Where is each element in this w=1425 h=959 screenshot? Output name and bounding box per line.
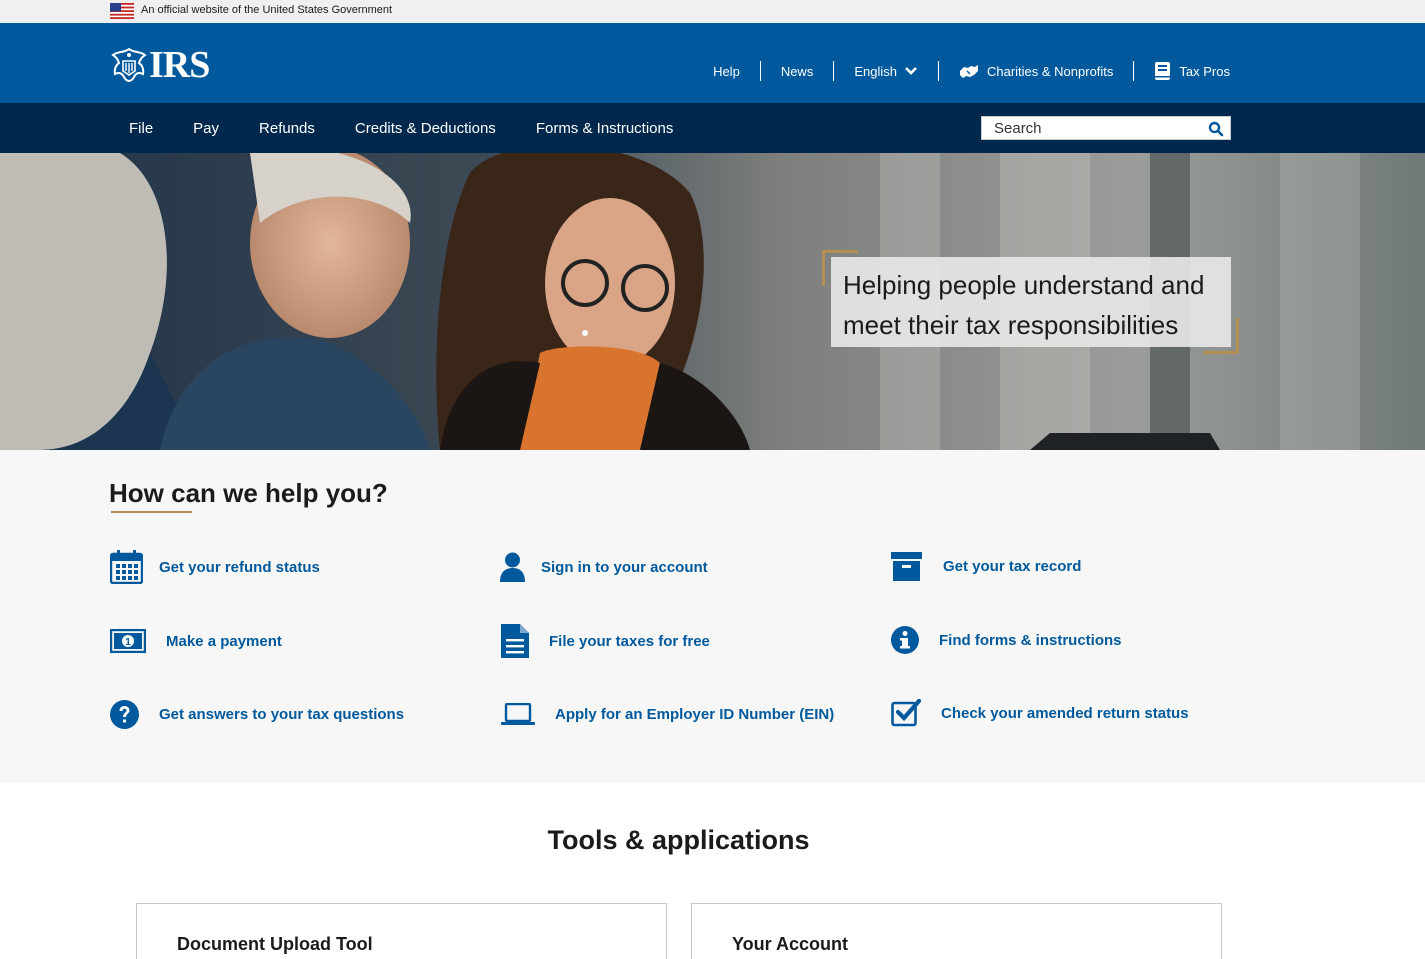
- ein-link[interactable]: Apply for an Employer ID Number (EIN): [501, 703, 834, 726]
- nav-item-forms-instructions[interactable]: Forms & Instructions: [516, 120, 694, 137]
- laptop-icon: [501, 703, 535, 725]
- archive-icon: [891, 552, 922, 581]
- hero-banner: Helping people understand and meet their…: [0, 153, 1425, 450]
- search-icon[interactable]: [1208, 121, 1224, 137]
- tax-questions-link[interactable]: Get answers to your tax questions: [110, 700, 404, 729]
- charities-link[interactable]: Charities & Nonprofits: [937, 61, 1133, 81]
- hero-tagline: Helping people understand and meet their…: [831, 257, 1231, 347]
- hero-tagline-frame: Helping people understand and meet their…: [822, 250, 1239, 354]
- gov-banner: An official website of the United States…: [0, 0, 1425, 23]
- nav-item-credits-deductions[interactable]: Credits & Deductions: [335, 120, 516, 137]
- eagle-icon: [111, 47, 147, 83]
- help-section: How can we help you? Get your refund sta…: [0, 450, 1425, 783]
- nav-item-refunds[interactable]: Refunds: [239, 120, 335, 137]
- user-icon: [500, 552, 525, 582]
- tool-card-your-account[interactable]: Your Account: [691, 903, 1222, 959]
- search-box: [981, 116, 1231, 140]
- tool-card-title: Your Account: [732, 934, 848, 954]
- language-dropdown[interactable]: English: [833, 61, 938, 81]
- refund-status-link[interactable]: Get your refund status: [110, 550, 320, 584]
- news-link[interactable]: News: [759, 61, 834, 81]
- nav-item-file[interactable]: File: [109, 120, 173, 137]
- tools-title: Tools & applications: [547, 825, 810, 855]
- utility-nav: Help News English Charities & Nonprofits: [693, 60, 1230, 82]
- gov-banner-text: An official website of the United States…: [141, 4, 393, 16]
- svg-text:1: 1: [125, 637, 131, 648]
- us-flag-icon: [110, 3, 134, 19]
- question-icon: [110, 700, 139, 729]
- logo-text: IRS: [149, 44, 210, 86]
- money-icon: 1: [110, 629, 146, 653]
- find-forms-link[interactable]: Find forms & instructions: [891, 626, 1122, 654]
- document-icon: [501, 624, 529, 658]
- tool-card-document-upload[interactable]: Document Upload Tool: [136, 903, 667, 959]
- handshake-icon: [959, 65, 978, 78]
- make-payment-link[interactable]: 1 Make a payment: [110, 629, 282, 653]
- search-input[interactable]: [982, 117, 1197, 139]
- irs-logo[interactable]: IRS: [110, 44, 210, 86]
- chevron-down-icon: [905, 67, 917, 75]
- file-free-link[interactable]: File your taxes for free: [501, 624, 710, 658]
- checkbox-icon: [891, 699, 921, 727]
- main-nav: File Pay Refunds Credits & Deductions Fo…: [0, 103, 1425, 153]
- calendar-icon: [110, 550, 143, 584]
- site-header: IRS Help News English Charities & Nonpro…: [0, 23, 1425, 103]
- info-icon: [891, 626, 919, 654]
- amended-return-link[interactable]: Check your amended return status: [891, 699, 1189, 727]
- tool-card-title: Document Upload Tool: [177, 934, 373, 954]
- help-title: How can we help you?: [109, 478, 388, 508]
- sign-in-link[interactable]: Sign in to your account: [500, 552, 708, 582]
- tax-pros-link[interactable]: Tax Pros: [1133, 61, 1230, 81]
- tax-record-link[interactable]: Get your tax record: [891, 552, 1081, 581]
- nav-item-pay[interactable]: Pay: [173, 120, 239, 137]
- book-icon: [1155, 62, 1171, 80]
- help-title-underline: [111, 511, 192, 513]
- help-link[interactable]: Help: [693, 61, 760, 81]
